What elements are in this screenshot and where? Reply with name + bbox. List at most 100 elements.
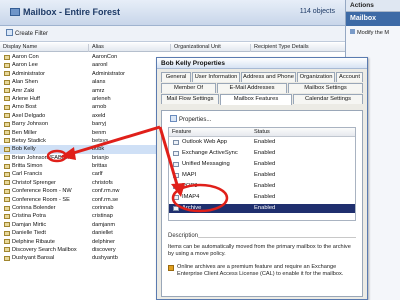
mailbox-user-icon: [4, 62, 10, 68]
mailbox-row[interactable]: Danielle Tiedt daniellet: [0, 229, 160, 237]
tab-general[interactable]: General: [161, 72, 191, 82]
mailbox-row[interactable]: Ben Miller benm: [0, 129, 160, 137]
column-alias[interactable]: Alias: [88, 44, 104, 52]
feature-row[interactable]: Exchange ActiveSync Enabled: [169, 149, 355, 158]
mailbox-user-icon: [4, 54, 10, 60]
mailbox-row[interactable]: Aaron Con AaronCon: [0, 53, 160, 61]
tab-row-1: General User Information Address and Pho…: [161, 72, 363, 82]
feature-row[interactable]: POP3 Enabled: [169, 182, 355, 191]
feature-row[interactable]: Outlook Web App Enabled: [169, 138, 355, 147]
mailbox-row[interactable]: Discovery Search Mailbox discovery: [0, 246, 160, 254]
mailbox-row[interactable]: Cristina Potra cristinap: [0, 212, 160, 220]
mailbox-user-icon: [4, 255, 10, 261]
mailbox-row[interactable]: Barry Johnson barryj: [0, 120, 160, 128]
column-organizational-unit[interactable]: Organizational Unit: [170, 44, 221, 52]
mailbox-row[interactable]: Delphine Ribaute delphiner: [0, 238, 160, 246]
feature-row[interactable]: IMAP4 Enabled: [169, 193, 355, 202]
tab-email-addresses[interactable]: E-Mail Addresses: [217, 83, 287, 93]
mailbox-user-icon: [4, 222, 10, 228]
tab-member-of[interactable]: Member Of: [161, 83, 216, 93]
feature-icon: [173, 173, 179, 178]
mailbox-row[interactable]: Carl Francis carlf: [0, 170, 160, 178]
tab-mail-flow-settings[interactable]: Mail Flow Settings: [161, 94, 219, 104]
mailbox-user-icon: [4, 71, 10, 77]
mailbox-display-name: Betsy Stadick: [12, 137, 46, 144]
tab-address-and-phone[interactable]: Address and Phone: [241, 72, 296, 82]
actions-section-mailbox[interactable]: Mailbox: [346, 12, 400, 26]
modify-icon: [350, 29, 355, 34]
mailbox-alias: alans: [92, 79, 106, 86]
tab-row-2: Member Of E-Mail Addresses Mailbox Setti…: [161, 83, 363, 93]
mailbox-row[interactable]: Conference Room - SE conf.rm.se: [0, 196, 160, 204]
mailbox-user-icon: [4, 146, 10, 152]
tab-user-information[interactable]: User Information: [192, 72, 240, 82]
tab-mailbox-features[interactable]: Mailbox Features: [220, 94, 292, 105]
mailbox-user-icon: [4, 96, 10, 102]
feature-row[interactable]: Archive Enabled: [169, 204, 355, 213]
mailbox-display-name: Britta Simon: [12, 163, 43, 170]
tab-organization[interactable]: Organization: [297, 72, 335, 82]
feature-table-header: Feature Status: [169, 128, 355, 137]
mailbox-user-icon: [4, 79, 10, 85]
status-column-header[interactable]: Status: [254, 129, 270, 135]
mailbox-row[interactable]: Britta Simon brittas: [0, 162, 160, 170]
mailbox-alias: delphiner: [92, 238, 116, 245]
description-divider: [198, 237, 356, 238]
mailbox-display-name: Carl Francis: [12, 171, 43, 178]
mailbox-alias: benm: [92, 129, 106, 136]
column-display-name[interactable]: Display Name: [0, 44, 37, 52]
feature-status: Enabled: [254, 194, 276, 200]
mailbox-display-name: Brian Johnson (FABRIK...: [12, 154, 76, 161]
tab-calendar-settings[interactable]: Calendar Settings: [293, 94, 363, 104]
mailbox-alias: discovery: [92, 246, 116, 253]
mailbox-alias: AaronCon: [92, 54, 118, 60]
mailbox-row[interactable]: Aaron Lee aaronl: [0, 61, 160, 69]
mailbox-row[interactable]: Amr Zaki amrz: [0, 87, 160, 95]
mailbox-row[interactable]: Conference Room - NW conf.rm.nw: [0, 187, 160, 195]
feature-icon: [173, 195, 179, 200]
mailbox-alias: dushyantb: [92, 255, 118, 262]
action-modify[interactable]: Modify the M: [350, 29, 389, 36]
mailbox-display-name: Damjan Mirtic: [12, 221, 47, 228]
actions-title: Actions: [346, 0, 400, 12]
mailbox-display-name: Administrator: [12, 70, 45, 77]
mailbox-row[interactable]: Christof Sprenger christofs: [0, 179, 160, 187]
mailbox-row[interactable]: Damjan Mirtic damjanm: [0, 221, 160, 229]
mailbox-row[interactable]: Betsy Stadick betsys: [0, 137, 160, 145]
mailbox-row[interactable]: Axel Delgado axeld: [0, 112, 160, 120]
mailbox-alias: amrz: [92, 87, 105, 94]
mailbox-display-name: Conference Room - NW: [12, 188, 72, 195]
mailbox-display-name: Christof Sprenger: [12, 179, 56, 186]
action-modify-label: Modify the M: [357, 30, 390, 36]
feature-status: Enabled: [254, 150, 276, 156]
tab-mailbox-settings[interactable]: Mailbox Settings: [288, 83, 363, 93]
mailbox-alias: axeld: [92, 112, 106, 119]
mailbox-row[interactable]: Brian Johnson (FABRIK... brianjo: [0, 154, 160, 162]
feature-icon: [173, 206, 179, 211]
mailbox-row[interactable]: Corinna Bolender corinnab: [0, 204, 160, 212]
mailbox-row[interactable]: Arlene Huff arleneh: [0, 95, 160, 103]
mailbox-user-icon: [4, 205, 10, 211]
mailbox-alias: brianjo: [92, 154, 109, 161]
mailbox-row[interactable]: Administrator Administrator: [0, 70, 160, 78]
mailbox-row[interactable]: Arno Bost arnob: [0, 103, 160, 111]
mailbox-display-name: Alan Shen: [12, 79, 38, 86]
tab-row-3: Mail Flow Settings Mailbox Features Cale…: [161, 94, 363, 105]
window-header: Mailbox - Entire Forest 114 objects: [0, 0, 345, 26]
properties-icon: [170, 115, 177, 122]
mailbox-row[interactable]: Dushyant Bansal dushyantb: [0, 254, 160, 262]
create-filter-button[interactable]: Create Filter: [6, 29, 48, 37]
mailbox-user-icon: [4, 113, 10, 119]
mailbox-row[interactable]: Alan Shen alans: [0, 78, 160, 86]
window-title: Mailbox - Entire Forest: [10, 7, 120, 17]
feature-row[interactable]: MAPI Enabled: [169, 171, 355, 180]
mailbox-row[interactable]: Bob Kelly bobk: [0, 145, 160, 154]
column-recipient-type[interactable]: Recipient Type Details: [250, 44, 309, 52]
feature-row[interactable]: Unified Messaging Enabled: [169, 160, 355, 169]
properties-button[interactable]: Properties...: [170, 115, 211, 123]
mailbox-user-icon: [4, 88, 10, 94]
feature-column-header[interactable]: Feature: [172, 129, 191, 135]
tab-account[interactable]: Account: [336, 72, 363, 82]
mailbox-alias: bobk: [92, 146, 105, 153]
mailbox-display-name: Dushyant Bansal: [12, 255, 55, 262]
